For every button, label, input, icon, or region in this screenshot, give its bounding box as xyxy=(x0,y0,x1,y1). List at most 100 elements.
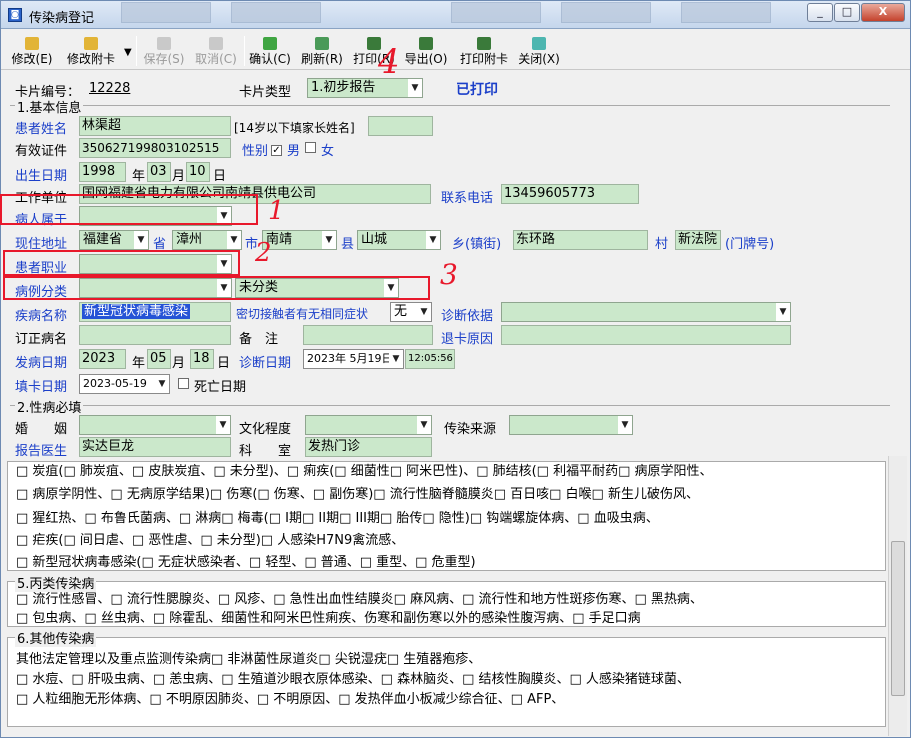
disease-checkbox-row[interactable]: □ 人粒细胞无形体病、□ 不明原因肺炎、□ 不明原因、□ 发热伴血小板减少综合征… xyxy=(16,688,564,707)
chevron-down-icon: ▼ xyxy=(134,231,148,249)
diagnosis-date-picker[interactable]: 2023年 5月19日 ▼ xyxy=(303,349,404,369)
male-checkbox[interactable]: ✓ xyxy=(271,141,282,156)
patient-name-field[interactable]: 林渠超 xyxy=(79,116,231,136)
disease-checkbox-row[interactable]: □ 病原学阴性、□ 无病原学结果)□ 伤寒(□ 伤寒、□ 副伤寒)□ 流行性脑脊… xyxy=(16,483,699,502)
close-button[interactable]: 关闭(X) xyxy=(516,35,562,69)
province-select[interactable]: 福建省 ▼ xyxy=(79,230,149,250)
disease-checkbox-row[interactable]: □ 疟疾(□ 间日虐、□ 恶性虐、□ 未分型)□ 人感染H7N9禽流感、 xyxy=(16,529,404,548)
disease-checkbox-row[interactable]: 其他法定管理以及重点监测传染病□ 非淋菌性尿道炎□ 尖锐湿疣□ 生殖器疱疹、 xyxy=(16,648,481,667)
scrollbar-thumb[interactable] xyxy=(891,541,905,696)
note-field[interactable] xyxy=(303,325,433,345)
gender-label: 性别 xyxy=(242,144,269,159)
village-field[interactable]: 东环路 xyxy=(513,230,648,250)
confirm-label: 确认(C) xyxy=(249,52,291,66)
refresh-icon xyxy=(315,37,329,50)
chevron-down-icon: ▼ xyxy=(408,79,422,97)
save-label: 保存(S) xyxy=(143,52,185,66)
male-label: 男 xyxy=(287,144,301,159)
fill-date-picker[interactable]: 2023-05-19 ▼ xyxy=(79,374,170,394)
birth-date-label: 出生日期 xyxy=(15,169,68,184)
edit-card-button[interactable]: 修改附卡 xyxy=(61,35,121,69)
female-checkbox[interactable] xyxy=(305,141,316,156)
contact-select[interactable]: 无 ▼ xyxy=(390,302,432,322)
diagnosis-basis-select[interactable]: ▼ xyxy=(501,302,791,322)
guardian-field[interactable] xyxy=(368,116,433,136)
onset-date-label: 发病日期 xyxy=(15,356,68,371)
id-document-field[interactable]: 350627199803102515 xyxy=(79,138,231,158)
return-reason-field[interactable] xyxy=(501,325,791,345)
phone-field[interactable]: 13459605773 xyxy=(501,184,639,204)
refresh-button[interactable]: 刷新(R) xyxy=(299,35,345,69)
department-label: 科 室 xyxy=(239,444,292,459)
year-unit: 年 xyxy=(132,356,146,371)
close-window-button[interactable]: X xyxy=(861,3,905,22)
town-select[interactable]: 山城 ▼ xyxy=(357,230,441,250)
guardian-label: [14岁以下填家长姓名] xyxy=(234,121,355,135)
doctor-label: 报告医生 xyxy=(15,444,68,459)
city-select[interactable]: 漳州 ▼ xyxy=(172,230,242,250)
education-select[interactable]: ▼ xyxy=(305,415,432,435)
onset-day-field[interactable]: 18 xyxy=(190,349,214,369)
background-taskbar-ghost xyxy=(121,2,211,23)
background-taskbar-ghost xyxy=(231,2,321,23)
export-label: 导出(O) xyxy=(404,52,448,66)
birth-day-field[interactable]: 10 xyxy=(186,162,210,182)
minimize-button[interactable]: _ xyxy=(807,3,833,22)
doctor-field[interactable]: 实达巨龙 xyxy=(79,437,231,457)
print-card-label: 打印附卡 xyxy=(459,52,508,66)
doorplate-field[interactable]: 新法院 xyxy=(675,230,721,250)
doorplate-label: (门牌号) xyxy=(725,237,775,252)
onset-year-field[interactable]: 2023 xyxy=(79,349,126,369)
female-label: 女 xyxy=(321,144,335,159)
cancel-button[interactable]: 取消(C) xyxy=(193,35,239,69)
revised-disease-field[interactable] xyxy=(79,325,231,345)
disease-checkbox-row[interactable]: □ 新型冠状病毒感染(□ 无症状感染者、□ 轻型、□ 普通、□ 重型、□ 危重型… xyxy=(16,551,476,570)
onset-month-field[interactable]: 05 xyxy=(147,349,171,369)
close-label: 关闭(X) xyxy=(518,52,560,66)
county-select[interactable]: 南靖 ▼ xyxy=(262,230,337,250)
disease-checkbox-row[interactable]: □ 流行性感冒、□ 流行性腮腺炎、□ 风疹、□ 急性出血性结膜炎□ 麻风病、□ … xyxy=(16,588,703,607)
close-icon xyxy=(532,37,546,50)
disease-checkbox-row[interactable]: □ 炭疽(□ 肺炭疽、□ 皮肤炭疽、□ 未分型)、□ 痢疾(□ 细菌性□ 阿米巴… xyxy=(16,462,713,479)
city-value: 漳州 xyxy=(176,232,203,247)
contact-value: 无 xyxy=(394,304,408,319)
department-field[interactable]: 发热门诊 xyxy=(305,437,432,457)
edit-card-dropdown-icon[interactable]: ▼ xyxy=(124,47,132,58)
background-taskbar-ghost xyxy=(681,2,771,23)
birth-month-field[interactable]: 03 xyxy=(147,162,171,182)
chevron-down-icon: ▼ xyxy=(417,416,431,434)
marriage-select[interactable]: ▼ xyxy=(79,415,231,435)
background-taskbar-ghost xyxy=(451,2,541,23)
card-type-select[interactable]: 1.初步报告 ▼ xyxy=(307,78,423,98)
disease-checkbox-row[interactable]: □ 水痘、□ 肝吸虫病、□ 恙虫病、□ 生殖道沙眼衣原体感染、□ 森林脑炎、□ … xyxy=(16,668,690,687)
section-divider xyxy=(10,105,890,106)
save-button[interactable]: 保存(S) xyxy=(141,35,187,69)
registration-window: ◙ 传染病登记 _ □ X 修改(E) 修改附卡 ▼ 保存(S) 取消(C) 确… xyxy=(0,0,911,738)
diagnosis-time-field[interactable]: 12:05:56 xyxy=(405,349,455,369)
print-card-button[interactable]: 打印附卡 xyxy=(456,35,512,69)
disease-field[interactable]: 新型冠状病毒感染 xyxy=(82,304,191,319)
section-divider xyxy=(10,405,890,406)
id-document-label: 有效证件 xyxy=(15,144,68,159)
disease-checkbox-row[interactable]: □ 包虫病、□ 丝虫病、□ 除霍乱、细菌性和阿米巴性痢疾、伤寒和副伤寒以外的感染… xyxy=(16,607,641,626)
disease-checkbox-row[interactable]: □ 猩红热、□ 布鲁氏菌病、□ 淋病□ 梅毒(□ I期□ II期□ III期□ … xyxy=(16,507,659,526)
day-unit: 日 xyxy=(213,169,227,184)
fill-date-value: 2023-05-19 xyxy=(83,377,147,390)
disk-icon xyxy=(157,37,171,50)
chevron-down-icon: ▼ xyxy=(216,416,230,434)
vertical-scrollbar[interactable] xyxy=(888,456,907,736)
confirm-button[interactable]: 确认(C) xyxy=(247,35,293,69)
cancel-label: 取消(C) xyxy=(195,52,237,66)
edit-button[interactable]: 修改(E) xyxy=(7,35,57,69)
birth-year-field[interactable]: 1998 xyxy=(79,162,126,182)
village-label: 村 xyxy=(655,237,669,252)
day-unit: 日 xyxy=(217,356,231,371)
maximize-button[interactable]: □ xyxy=(834,3,860,22)
death-date-label: 死亡日期 xyxy=(194,380,247,395)
town-value: 山城 xyxy=(361,232,388,247)
death-date-checkbox[interactable] xyxy=(178,377,189,392)
printer-icon xyxy=(477,37,491,50)
infection-source-select[interactable]: ▼ xyxy=(509,415,633,435)
export-button[interactable]: 导出(O) xyxy=(403,35,449,69)
annotation-number-4: 4 xyxy=(378,42,400,82)
